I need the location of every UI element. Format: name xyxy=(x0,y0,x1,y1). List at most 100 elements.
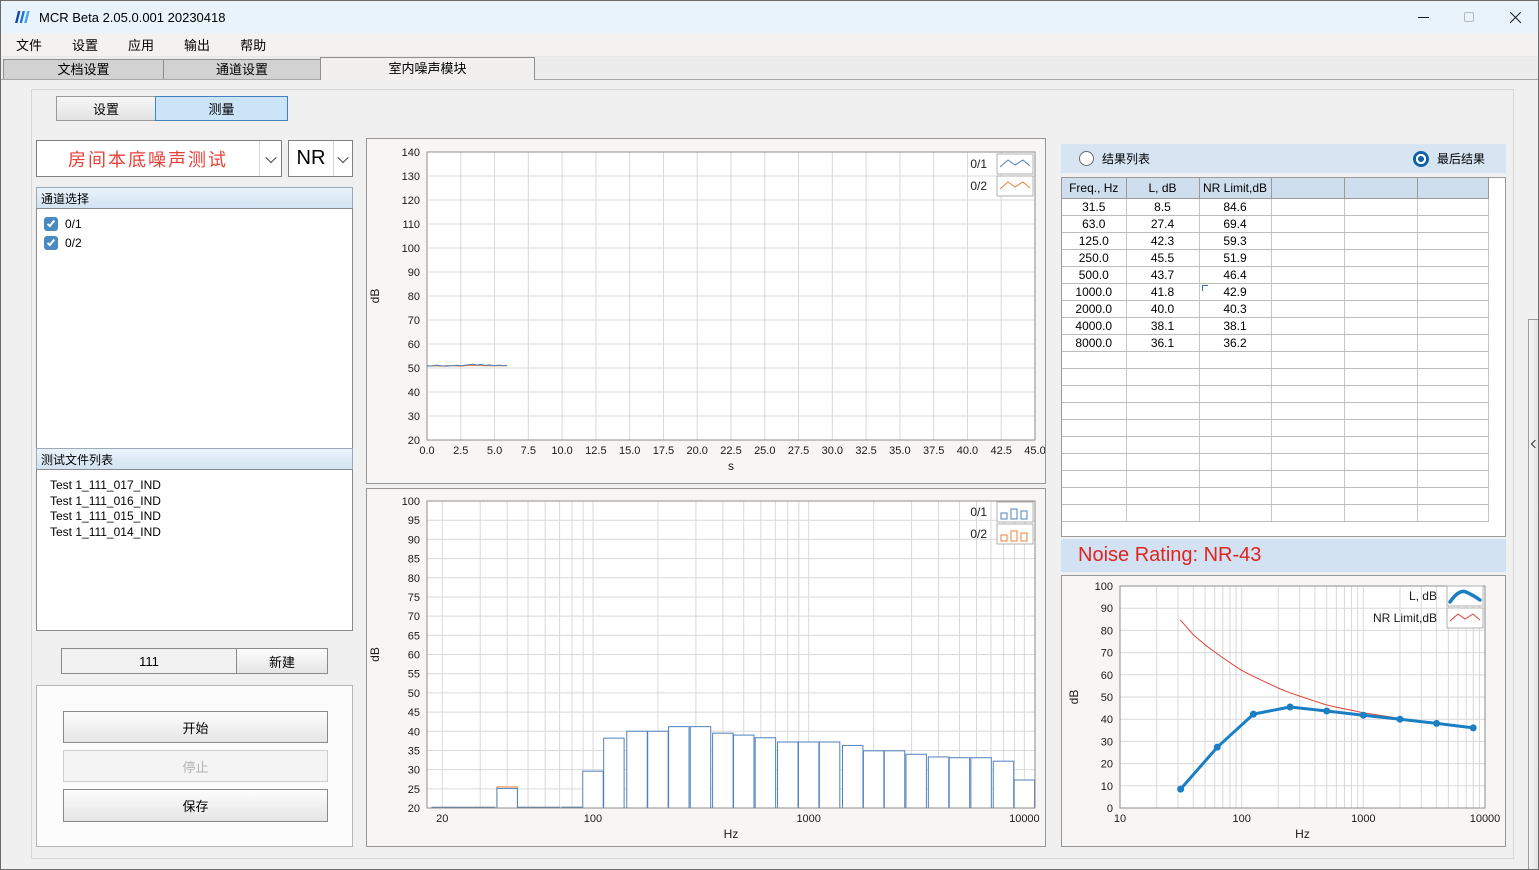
file-list-item[interactable]: Test 1_111_014_IND xyxy=(37,525,352,541)
start-button[interactable]: 开始 xyxy=(63,711,328,743)
table-cell xyxy=(1271,402,1344,419)
svg-text:45: 45 xyxy=(408,707,420,719)
test-file-list[interactable]: Test 1_111_017_INDTest 1_111_016_INDTest… xyxy=(36,469,353,631)
tab-item[interactable]: 室内噪声模块 xyxy=(320,57,535,80)
table-cell: 43.7 xyxy=(1126,266,1199,283)
table-cell xyxy=(1344,300,1417,317)
svg-text:25.0: 25.0 xyxy=(754,445,775,457)
chevron-left-icon xyxy=(1531,440,1539,448)
result-list-radio[interactable]: 结果列表 xyxy=(1079,150,1150,167)
svg-text:10.0: 10.0 xyxy=(551,445,572,457)
file-name-input[interactable]: 111 xyxy=(61,648,237,674)
table-header-cell: L, dB xyxy=(1126,178,1199,198)
svg-text:17.5: 17.5 xyxy=(653,445,674,457)
time-history-chart-panel: 20304050607080901001101201301400.02.55.0… xyxy=(366,138,1046,484)
time-history-chart: 20304050607080901001101201301400.02.55.0… xyxy=(367,139,1045,483)
chevron-down-icon[interactable] xyxy=(259,141,281,176)
table-row-empty xyxy=(1062,436,1488,453)
chevron-down-icon[interactable] xyxy=(333,141,352,176)
tab-item[interactable]: 通道设置 xyxy=(163,59,321,79)
table-cell: 51.9 xyxy=(1199,249,1271,266)
table-cell xyxy=(1062,487,1126,504)
svg-text:Hz: Hz xyxy=(724,827,739,841)
svg-text:70: 70 xyxy=(408,611,420,623)
table-cell xyxy=(1271,300,1344,317)
radio-icon[interactable] xyxy=(1079,151,1094,166)
save-button[interactable]: 保存 xyxy=(63,789,328,822)
svg-text:40: 40 xyxy=(408,387,420,399)
table-cell: 38.1 xyxy=(1199,317,1271,334)
svg-text:70: 70 xyxy=(1101,648,1113,660)
svg-text:10: 10 xyxy=(1101,781,1113,793)
table-cell: 36.2 xyxy=(1199,334,1271,351)
table-cell xyxy=(1271,232,1344,249)
menu-item[interactable]: 设置 xyxy=(57,32,113,57)
file-list-item[interactable]: Test 1_111_017_IND xyxy=(37,470,352,494)
table-header-cell: Freq., Hz xyxy=(1062,178,1126,198)
menu-item[interactable]: 输出 xyxy=(169,32,225,57)
table-cell xyxy=(1344,215,1417,232)
table-cell xyxy=(1344,436,1417,453)
subtab-item[interactable]: 测量 xyxy=(155,96,288,121)
table-cell xyxy=(1199,368,1271,385)
table-cell xyxy=(1417,419,1488,436)
legend-label: NR Limit,dB xyxy=(1373,611,1437,625)
stop-button: 停止 xyxy=(63,750,328,782)
noise-rating-banner: Noise Rating: NR-43 xyxy=(1061,539,1506,572)
table-header-cell xyxy=(1417,178,1488,198)
channel-item[interactable]: 0/1 xyxy=(37,214,352,233)
rating-select[interactable]: NR xyxy=(288,140,353,177)
table-cell xyxy=(1271,453,1344,470)
channel-list[interactable]: 0/10/2 xyxy=(36,208,353,452)
radio-icon[interactable] xyxy=(1413,151,1429,167)
test-name-select[interactable]: 房间本底噪声测试 xyxy=(36,140,282,177)
legend-label: 0/2 xyxy=(970,527,987,541)
table-cell xyxy=(1344,504,1417,521)
table-row-empty xyxy=(1062,351,1488,368)
new-button[interactable]: 新建 xyxy=(236,648,328,674)
svg-text:40: 40 xyxy=(408,726,420,738)
channel-item[interactable]: 0/2 xyxy=(37,233,352,252)
file-section-header: 测试文件列表 xyxy=(36,448,353,470)
svg-text:30: 30 xyxy=(408,765,420,777)
menu-item[interactable]: 文件 xyxy=(1,32,57,57)
last-result-label: 最后结果 xyxy=(1437,150,1485,167)
table-row-empty xyxy=(1062,487,1488,504)
file-list-item[interactable]: Test 1_111_016_IND xyxy=(37,494,352,510)
table-cell: 40.0 xyxy=(1126,300,1199,317)
table-cell xyxy=(1199,453,1271,470)
table-cell xyxy=(1062,470,1126,487)
close-button[interactable] xyxy=(1492,1,1538,33)
svg-text:20: 20 xyxy=(408,803,420,815)
file-list-item[interactable]: Test 1_111_015_IND xyxy=(37,509,352,525)
svg-text:100: 100 xyxy=(402,243,420,255)
maximize-icon xyxy=(1464,12,1474,22)
table-cell xyxy=(1199,419,1271,436)
svg-text:10: 10 xyxy=(1114,813,1126,825)
maximize-button[interactable] xyxy=(1446,1,1492,33)
table-cell xyxy=(1417,385,1488,402)
table-cell xyxy=(1417,317,1488,334)
checkbox-checked-icon[interactable] xyxy=(44,217,58,231)
table-cell xyxy=(1062,419,1126,436)
table-cell xyxy=(1344,453,1417,470)
menu-item[interactable]: 应用 xyxy=(113,32,169,57)
table-cell xyxy=(1271,215,1344,232)
table-cell: 41.8 xyxy=(1126,283,1199,300)
minimize-icon xyxy=(1418,17,1429,18)
minimize-button[interactable] xyxy=(1400,1,1446,33)
menu-item[interactable]: 帮助 xyxy=(225,32,281,57)
collapse-panel-handle[interactable] xyxy=(1528,319,1539,870)
tab-item[interactable]: 文档设置 xyxy=(3,59,164,79)
svg-text:110: 110 xyxy=(402,219,420,231)
table-cell xyxy=(1126,385,1199,402)
table-cell xyxy=(1199,436,1271,453)
checkbox-checked-icon[interactable] xyxy=(44,236,58,250)
channel-section-header: 通道选择 xyxy=(36,187,353,209)
table-cell xyxy=(1417,368,1488,385)
svg-text:60: 60 xyxy=(1101,670,1113,682)
subtab-item[interactable]: 设置 xyxy=(56,96,156,121)
last-result-radio[interactable]: 最后结果 xyxy=(1413,150,1485,167)
table-cell xyxy=(1417,334,1488,351)
table-row-empty xyxy=(1062,470,1488,487)
